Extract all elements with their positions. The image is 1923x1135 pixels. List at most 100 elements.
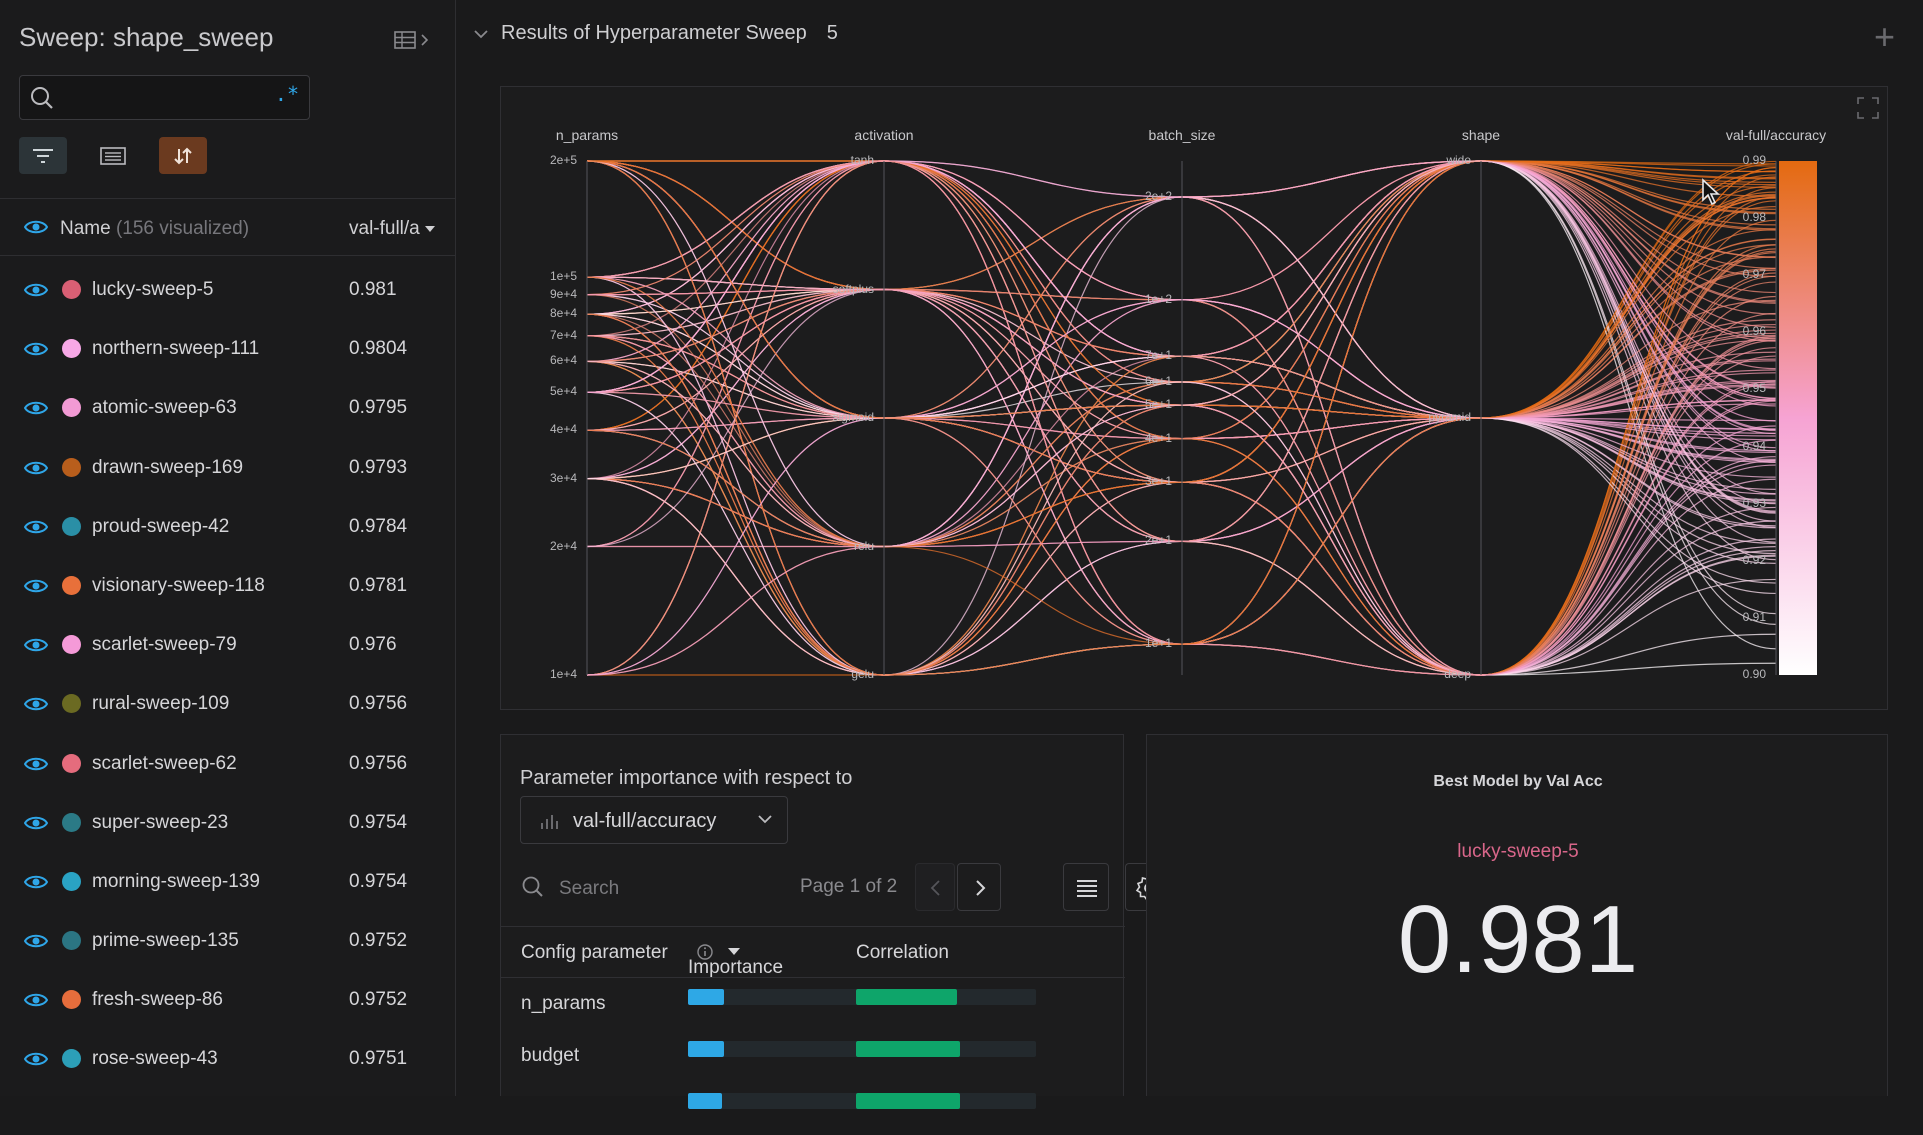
importance-bar-fill bbox=[688, 989, 724, 1005]
importance-bar-fill bbox=[688, 1041, 724, 1057]
chevron-left-icon bbox=[930, 880, 940, 896]
sort-button[interactable] bbox=[159, 137, 207, 174]
add-panel-button[interactable]: + bbox=[1874, 16, 1895, 58]
name-label: Name bbox=[60, 218, 111, 239]
eye-icon[interactable] bbox=[23, 399, 49, 422]
filter-icon bbox=[33, 148, 53, 163]
run-color-dot[interactable] bbox=[62, 575, 81, 595]
run-row[interactable]: rural-sweep-109 0.9756 bbox=[0, 674, 456, 733]
run-row[interactable]: atomic-sweep-63 0.9795 bbox=[0, 378, 456, 437]
run-row[interactable]: morning-sweep-139 0.9754 bbox=[0, 852, 456, 911]
run-color-dot[interactable] bbox=[62, 398, 81, 418]
correlation-bar-fill bbox=[856, 989, 957, 1005]
main-panel: Results of Hyperparameter Sweep 5 + n_pa… bbox=[457, 0, 1923, 1109]
eye-icon[interactable] bbox=[23, 577, 49, 600]
axis-tick-label: 9e+4 bbox=[549, 286, 577, 301]
menu-icon bbox=[1077, 880, 1097, 897]
name-column-header[interactable]: Name (156 visualized) bbox=[60, 218, 249, 240]
run-name: prime-sweep-135 bbox=[92, 930, 239, 952]
axis-tick-label: 7e+4 bbox=[549, 327, 577, 342]
run-color-dot[interactable] bbox=[62, 753, 81, 773]
parameter-search-input[interactable] bbox=[557, 875, 737, 903]
axis-label[interactable]: n_params bbox=[556, 127, 618, 143]
eye-icon[interactable] bbox=[23, 991, 49, 1014]
axis-label[interactable]: activation bbox=[854, 127, 913, 143]
run-row[interactable]: proud-sweep-42 0.9784 bbox=[0, 497, 456, 556]
axis-tick-label: 2e+5 bbox=[549, 153, 577, 167]
run-row[interactable]: fresh-sweep-86 0.9752 bbox=[0, 970, 456, 1029]
run-value: 0.9754 bbox=[349, 811, 408, 833]
eye-icon[interactable] bbox=[23, 755, 49, 778]
axis-tick-label: 0.98 bbox=[1742, 210, 1766, 225]
run-color-dot[interactable] bbox=[62, 931, 81, 951]
param-name: n_params bbox=[521, 993, 606, 1014]
importance-column-header[interactable]: Importance bbox=[688, 942, 783, 978]
run-row[interactable]: lucky-sweep-5 0.981 bbox=[0, 260, 456, 319]
axis-tick-label: 5e+1 bbox=[1144, 397, 1172, 412]
axis-label[interactable]: shape bbox=[1462, 127, 1500, 143]
metric-column-header[interactable]: val-full/a bbox=[349, 218, 436, 240]
run-color-dot[interactable] bbox=[62, 1049, 81, 1069]
run-row[interactable]: rose-sweep-43 0.9751 bbox=[0, 1029, 456, 1088]
eye-icon[interactable] bbox=[23, 814, 49, 837]
accuracy-colorbar bbox=[1779, 161, 1817, 675]
search-icon bbox=[30, 86, 54, 115]
axis-label[interactable]: batch_size bbox=[1149, 127, 1216, 143]
runs-search-input[interactable]: .* bbox=[19, 75, 310, 120]
axis-tick-label: 1e+4 bbox=[549, 667, 577, 681]
run-color-dot[interactable] bbox=[62, 339, 81, 359]
run-row[interactable]: super-sweep-23 0.9754 bbox=[0, 793, 456, 852]
run-value: 0.9784 bbox=[349, 515, 408, 537]
run-color-dot[interactable] bbox=[62, 280, 81, 299]
next-page-button[interactable] bbox=[957, 863, 1001, 911]
mouse-cursor-icon bbox=[1702, 178, 1721, 206]
eye-icon[interactable] bbox=[23, 340, 49, 363]
visualized-count: (156 visualized) bbox=[115, 218, 250, 239]
run-row[interactable]: scarlet-sweep-79 0.976 bbox=[0, 615, 456, 674]
axis-tick-label: 5e+4 bbox=[549, 384, 577, 399]
run-row[interactable]: prime-sweep-135 0.9752 bbox=[0, 911, 456, 970]
eye-icon[interactable] bbox=[23, 518, 49, 541]
eye-icon[interactable] bbox=[23, 695, 49, 718]
run-row[interactable]: scarlet-sweep-62 0.9756 bbox=[0, 734, 456, 793]
axis-tick-label: tanh bbox=[850, 153, 874, 167]
run-color-dot[interactable] bbox=[62, 694, 81, 714]
eye-icon[interactable] bbox=[23, 459, 49, 482]
metric-select[interactable]: val-full/accuracy bbox=[520, 796, 788, 844]
run-row[interactable]: drawn-sweep-169 0.9793 bbox=[0, 438, 456, 497]
group-button[interactable] bbox=[89, 137, 137, 174]
run-color-dot[interactable] bbox=[62, 990, 81, 1010]
filter-button[interactable] bbox=[19, 137, 67, 174]
section-header[interactable]: Results of Hyperparameter Sweep 5 bbox=[473, 22, 838, 45]
run-color-dot[interactable] bbox=[62, 635, 81, 655]
prev-page-button[interactable] bbox=[915, 863, 955, 911]
eye-icon[interactable] bbox=[23, 1050, 49, 1073]
axis-tick-label: 7e+1 bbox=[1144, 348, 1172, 363]
run-row[interactable]: visionary-sweep-118 0.9781 bbox=[0, 556, 456, 615]
run-color-dot[interactable] bbox=[62, 457, 81, 477]
run-name: super-sweep-23 bbox=[92, 811, 229, 833]
list-icon bbox=[100, 146, 126, 165]
collapse-sidebar-button[interactable] bbox=[394, 28, 434, 52]
run-color-dot[interactable] bbox=[62, 871, 81, 891]
eye-icon[interactable] bbox=[23, 873, 49, 896]
best-run-name[interactable]: lucky-sweep-5 bbox=[1147, 841, 1889, 863]
eye-icon[interactable] bbox=[23, 932, 49, 955]
eye-icon[interactable] bbox=[23, 636, 49, 659]
run-color-dot[interactable] bbox=[62, 812, 81, 832]
run-row[interactable]: northern-sweep-111 0.9804 bbox=[0, 319, 456, 378]
axis-label[interactable]: val-full/accuracy bbox=[1726, 127, 1826, 143]
regex-icon[interactable]: .* bbox=[275, 82, 299, 106]
fullscreen-button[interactable] bbox=[1857, 97, 1879, 119]
columns-menu-button[interactable] bbox=[1063, 863, 1109, 911]
parallel-coordinates-chart bbox=[586, 160, 1817, 676]
run-value: 0.9756 bbox=[349, 752, 408, 774]
eye-icon[interactable] bbox=[23, 281, 49, 304]
run-name: atomic-sweep-63 bbox=[92, 397, 237, 419]
run-value: 0.9752 bbox=[349, 930, 408, 952]
run-value: 0.9804 bbox=[349, 338, 408, 360]
correlation-column-header: Correlation bbox=[856, 942, 949, 963]
run-color-dot[interactable] bbox=[62, 516, 81, 536]
axis-tick-label: relu bbox=[853, 538, 874, 553]
eye-icon[interactable] bbox=[23, 218, 49, 241]
